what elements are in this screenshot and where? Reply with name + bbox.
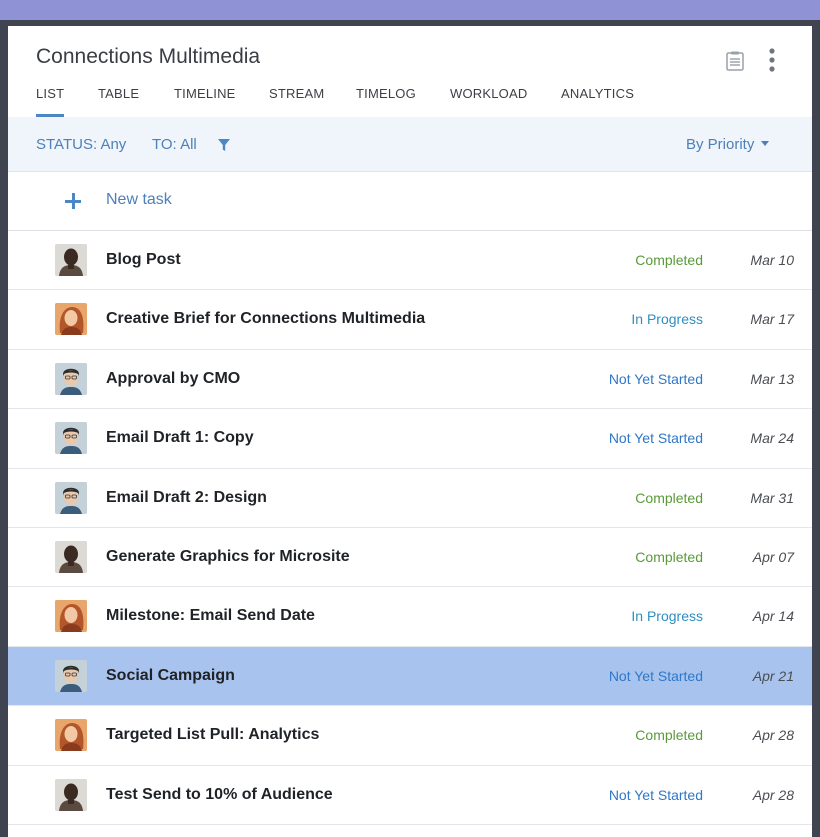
task-name[interactable]: Generate Graphics for Microsite: [106, 548, 350, 566]
task-status[interactable]: Not Yet Started: [609, 787, 703, 803]
task-status[interactable]: Not Yet Started: [609, 668, 703, 684]
tab-stream[interactable]: STREAM: [269, 86, 324, 117]
task-row[interactable]: Milestone: Email Send Date In Progress Apr…: [8, 587, 812, 647]
task-due-date[interactable]: Apr 28: [753, 727, 794, 743]
tab-workload[interactable]: WORKLOAD: [450, 86, 527, 117]
task-status[interactable]: Completed: [635, 549, 703, 565]
sort-label: By Priority: [686, 136, 755, 153]
view-tabs: LIST TABLE TIMELINE STREAM TIMELOG WORKL…: [8, 86, 812, 117]
more-vertical-icon[interactable]: [764, 47, 780, 75]
filter-bar: STATUS: Any TO: All By Priority: [8, 117, 812, 172]
new-task-row[interactable]: New task: [8, 172, 812, 231]
task-name[interactable]: Targeted List Pull: Analytics: [106, 726, 319, 744]
assignee-avatar[interactable]: [55, 362, 87, 395]
sort-dropdown[interactable]: By Priority: [686, 136, 770, 153]
task-row[interactable]: Social Campaign Not Yet Started Apr 21: [8, 646, 812, 707]
task-row[interactable]: Email Draft 1: Copy Not Yet Started Mar 24: [8, 409, 812, 469]
assignee-avatar[interactable]: [55, 659, 87, 692]
task-name[interactable]: Email Draft 2: Design: [106, 489, 267, 507]
funnel-icon[interactable]: [217, 138, 231, 152]
project-title: Connections Multimedia: [36, 45, 261, 68]
status-filter[interactable]: STATUS: Any: [36, 136, 126, 153]
tab-analytics[interactable]: ANALYTICS: [561, 86, 634, 117]
task-due-date[interactable]: Apr 14: [753, 608, 794, 624]
task-status[interactable]: Completed: [635, 252, 703, 268]
task-due-date[interactable]: Mar 24: [750, 430, 794, 446]
task-name[interactable]: Milestone: Email Send Date: [106, 607, 315, 625]
plus-icon: [65, 193, 81, 209]
task-due-date[interactable]: Mar 10: [750, 252, 794, 268]
task-status[interactable]: Not Yet Started: [609, 430, 703, 446]
assignee-avatar[interactable]: [55, 600, 87, 633]
new-task-label: New task: [106, 191, 172, 208]
task-due-date[interactable]: Apr 28: [753, 787, 794, 803]
task-row[interactable]: Approval by CMO Not Yet Started Mar 13: [8, 349, 812, 410]
task-panel: Connections Multimedia LIST TABLE TIMELI…: [8, 26, 812, 837]
assignee-avatar[interactable]: [55, 778, 87, 811]
task-row[interactable]: Generate Graphics for Microsite Completed…: [8, 527, 812, 588]
tab-timelog[interactable]: TIMELOG: [356, 86, 416, 117]
task-name[interactable]: Email Draft 1: Copy: [106, 429, 254, 447]
assignee-avatar[interactable]: [55, 303, 87, 336]
task-row[interactable]: Targeted List Pull: Analytics Completed Ap…: [8, 706, 812, 766]
panel-header: Connections Multimedia LIST TABLE TIMELI…: [8, 26, 812, 117]
task-due-date[interactable]: Apr 07: [753, 549, 794, 565]
task-row[interactable]: Creative Brief for Connections Multimedi…: [8, 290, 812, 350]
assignee-avatar[interactable]: [55, 481, 87, 514]
clipboard-icon[interactable]: [726, 51, 744, 71]
task-due-date[interactable]: Mar 17: [750, 311, 794, 327]
assignee-avatar[interactable]: [55, 244, 87, 276]
top-banner: [0, 0, 820, 20]
task-status[interactable]: Completed: [635, 490, 703, 506]
task-status[interactable]: In Progress: [631, 311, 703, 327]
task-name[interactable]: Creative Brief for Connections Multimedi…: [106, 310, 425, 328]
task-list: Blog Post Completed Mar 10 Creative Brief f…: [8, 231, 812, 825]
tab-table[interactable]: TABLE: [98, 86, 139, 117]
task-status[interactable]: In Progress: [631, 608, 703, 624]
assignee-avatar[interactable]: [55, 540, 87, 573]
task-name[interactable]: Blog Post: [106, 251, 181, 269]
tab-timeline[interactable]: TIMELINE: [174, 86, 236, 117]
assignee-avatar[interactable]: [55, 422, 87, 455]
tab-list[interactable]: LIST: [36, 86, 65, 117]
task-status[interactable]: Completed: [635, 727, 703, 743]
task-status[interactable]: Not Yet Started: [609, 371, 703, 387]
task-row[interactable]: Test Send to 10% of Audience Not Yet Star…: [8, 765, 812, 825]
task-row[interactable]: Email Draft 2: Design Completed Mar 31: [8, 468, 812, 528]
task-row[interactable]: Blog Post Completed Mar 10: [8, 231, 812, 291]
task-due-date[interactable]: Mar 13: [750, 371, 794, 387]
task-due-date[interactable]: Mar 31: [750, 490, 794, 506]
assignee-filter[interactable]: TO: All: [152, 136, 197, 153]
caret-down-icon: [761, 141, 770, 146]
task-name[interactable]: Test Send to 10% of Audience: [106, 786, 333, 804]
task-due-date[interactable]: Apr 21: [753, 668, 794, 684]
task-name[interactable]: Approval by CMO: [106, 370, 240, 388]
task-name[interactable]: Social Campaign: [106, 667, 235, 685]
assignee-avatar[interactable]: [55, 719, 87, 752]
